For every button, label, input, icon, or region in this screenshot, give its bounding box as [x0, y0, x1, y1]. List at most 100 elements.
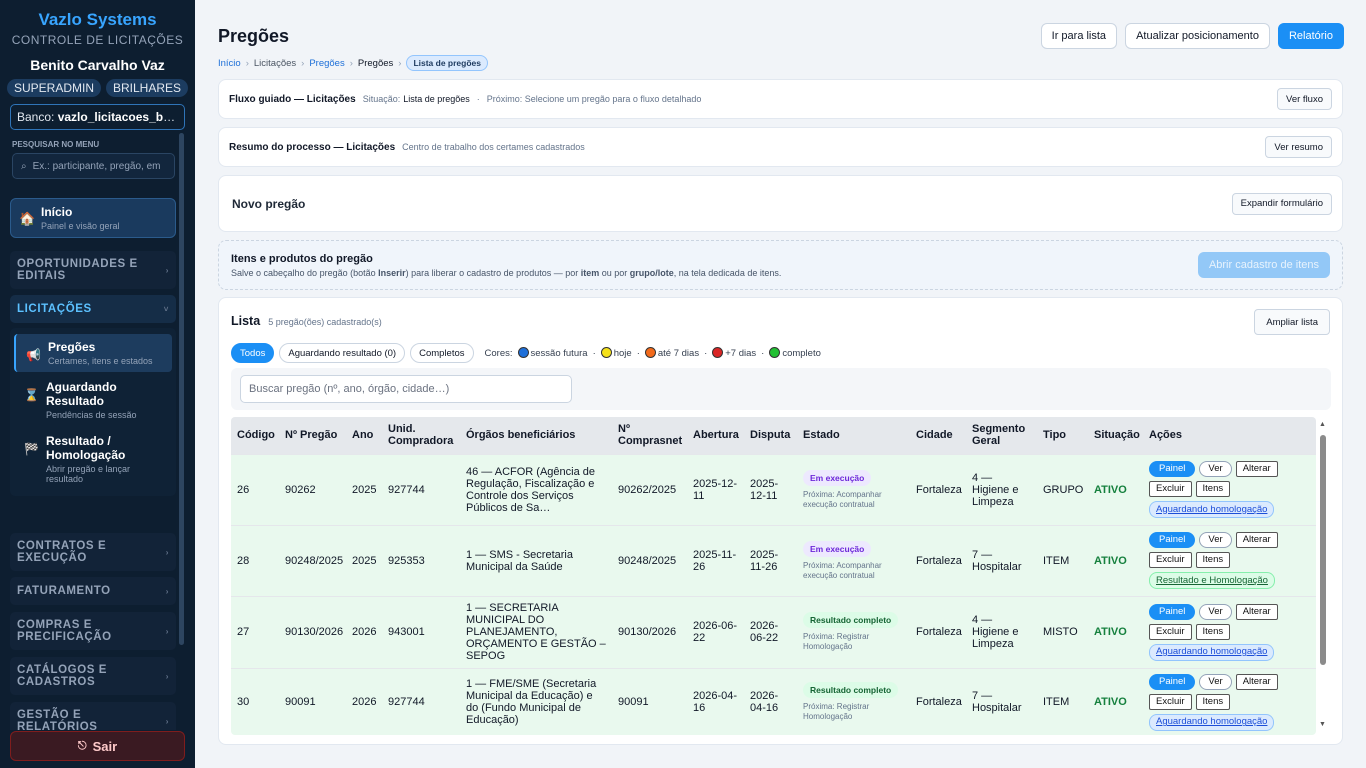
cell-cidade: Fortaleza	[910, 453, 966, 525]
expand-list-button[interactable]: Ampliar lista	[1254, 309, 1330, 335]
pregao-table-grid: Código Nº Pregão Ano Unid. Compradora Ór…	[231, 417, 1316, 735]
section-label: CATÁLOGOS E CADASTROS	[17, 664, 108, 688]
cell-abertura: 2025-12-11	[687, 453, 744, 525]
status-link[interactable]: Aguardando homologação	[1149, 643, 1275, 661]
role-badge: SUPERADMIN	[6, 79, 101, 97]
sidebar-section-contratos[interactable]: CONTRATOS E EXECUÇÃO ›	[10, 533, 176, 571]
painel-button[interactable]: Painel	[1149, 673, 1196, 690]
column-header: Segmento Geral	[966, 417, 1037, 454]
items-button[interactable]: Itens	[1195, 623, 1231, 640]
list-search-bar: Buscar pregão (nº, ano, órgão, cidade…)	[231, 368, 1331, 410]
sidebar-item-resultado-homologacao[interactable]: 🏁 Resultado / Homologação Abrir pregão e …	[14, 428, 172, 490]
table-scrollbar-thumb[interactable]	[1320, 435, 1326, 665]
table-row[interactable]: 28 90248/2025 2025 925353 1 — SMS - Secr…	[231, 524, 1316, 596]
painel-button[interactable]: Painel	[1149, 461, 1196, 477]
cell-comprasnet: 90248/2025	[612, 524, 687, 596]
view-button[interactable]: Ver	[1199, 532, 1232, 548]
sidebar-section-compras[interactable]: COMPRAS E PRECIFICAÇÃO ›	[10, 612, 176, 650]
chevron-right-icon: ›	[165, 716, 169, 726]
report-button[interactable]: Relatório	[1277, 23, 1344, 49]
database-selector[interactable]: Banco: vazlo_licitacoes_brilhares	[10, 104, 185, 130]
items-button[interactable]: Itens	[1195, 552, 1231, 568]
list-search-input[interactable]: Buscar pregão (nº, ano, órgão, cidade…)	[240, 375, 572, 403]
painel-button[interactable]: Painel	[1149, 603, 1196, 620]
scroll-up-icon[interactable]: ▲	[1319, 421, 1326, 428]
edit-button[interactable]: Alterar	[1235, 673, 1278, 690]
tab-aguardando-resultado[interactable]: Aguardando resultado (0)	[279, 343, 406, 363]
row-actions: Painel Ver Alterar Excluir Itens Aguarda…	[1149, 673, 1309, 731]
sidebar-section-catalogos[interactable]: CATÁLOGOS E CADASTROS ›	[10, 657, 176, 695]
breadcrumb-licitacoes: Licitações	[253, 57, 297, 69]
cell-comprasnet: 90091	[612, 667, 687, 735]
guided-flow-next: Próximo: Selecione um pregão para o flux…	[486, 94, 702, 104]
table-row[interactable]: 27 90130/2026 2026 943001 1 — SECRETARIA…	[231, 595, 1316, 668]
process-summary-card: Resumo do processo — Licitações Centro d…	[218, 127, 1343, 167]
tab-todos[interactable]: Todos	[231, 343, 275, 363]
checkered-flag-icon: 🏁	[24, 442, 39, 456]
view-button[interactable]: Ver	[1199, 461, 1232, 477]
status-badge: Em execução	[803, 540, 872, 557]
delete-button[interactable]: Excluir	[1149, 623, 1192, 640]
sidebar-section-oportunidades[interactable]: OPORTUNIDADES E EDITAIS ›	[10, 251, 176, 289]
menu-search-input[interactable]: ⌕ Ex.: participante, pregão, em	[12, 153, 175, 179]
sidebar-scrollbar[interactable]	[179, 133, 184, 645]
scroll-down-icon[interactable]: ▼	[1319, 721, 1326, 728]
legend-item: até 7 dias	[644, 347, 699, 359]
search-icon: ⌕	[21, 160, 27, 172]
pregao-table: Código Nº Pregão Ano Unid. Compradora Ór…	[231, 417, 1316, 735]
sidebar-section-gestao[interactable]: GESTÃO E RELATÓRIOS ›	[10, 702, 176, 730]
sidebar-section-licitacoes[interactable]: LICITAÇÕES ˅	[10, 295, 176, 323]
user-name: Benito Carvalho Vaz	[30, 57, 165, 73]
logout-button[interactable]: ⎋ Sair	[10, 731, 185, 761]
cell-ano: 2025	[346, 453, 382, 525]
breadcrumb-separator: ›	[245, 57, 249, 69]
painel-button[interactable]: Painel	[1149, 532, 1196, 548]
brand-subtitle: CONTROLE DE LICITAÇÕES	[11, 33, 184, 47]
table-scrollbar[interactable]: ▲ ▼	[1318, 417, 1328, 735]
column-header: Órgãos beneficiários	[460, 417, 612, 454]
edit-button[interactable]: Alterar	[1235, 532, 1278, 548]
sidebar-item-aguardando-resultado[interactable]: ⌛ Aguardando Resultado Pendências de sess…	[14, 374, 172, 426]
view-summary-button[interactable]: Ver resumo	[1265, 136, 1332, 158]
status-link[interactable]: Aguardando homologação	[1149, 713, 1275, 731]
breadcrumb-inicio[interactable]: Início	[218, 58, 241, 69]
legend-dot-green	[769, 347, 781, 358]
update-position-button[interactable]: Atualizar posicionamento	[1125, 23, 1270, 49]
cell-disputa: 2026-04-16	[744, 667, 797, 735]
sidebar-section-faturamento[interactable]: FATURAMENTO ›	[10, 577, 176, 605]
cell-unid: 943001	[382, 595, 460, 668]
status-link[interactable]: Aguardando homologação	[1149, 501, 1275, 518]
sidebar-scrollbar-thumb[interactable]	[179, 133, 184, 645]
edit-button[interactable]: Alterar	[1235, 461, 1278, 477]
open-items-button[interactable]: Abrir cadastro de itens	[1197, 252, 1330, 278]
go-to-list-button[interactable]: Ir para lista	[1040, 23, 1118, 49]
column-header: Ações	[1143, 417, 1316, 454]
legend-item: hoje	[600, 347, 632, 359]
view-button[interactable]: Ver	[1199, 603, 1232, 620]
tab-completos[interactable]: Completos	[410, 343, 474, 363]
cell-cidade: Fortaleza	[910, 524, 966, 596]
legend-dot-orange	[644, 347, 656, 358]
sidebar-item-pregoes[interactable]: 📢 Pregões Certames, itens e estados	[14, 334, 172, 372]
breadcrumb-pregoes-link[interactable]: Pregões	[309, 58, 344, 69]
chevron-right-icon: ›	[165, 586, 169, 596]
separator-dot: ·	[476, 94, 480, 104]
edit-button[interactable]: Alterar	[1235, 603, 1278, 620]
view-button[interactable]: Ver	[1199, 673, 1232, 690]
guided-flow-situation-label: Situação:	[362, 94, 401, 104]
status-link[interactable]: Resultado e Homologação	[1149, 572, 1275, 589]
items-button[interactable]: Itens	[1195, 481, 1231, 497]
delete-button[interactable]: Excluir	[1149, 481, 1192, 497]
delete-button[interactable]: Excluir	[1149, 552, 1192, 568]
cell-estado: Em execução Próxima: Acompanhar execução …	[797, 524, 910, 596]
items-button[interactable]: Itens	[1195, 693, 1231, 710]
expand-form-button[interactable]: Expandir formulário	[1231, 192, 1332, 215]
delete-button[interactable]: Excluir	[1149, 693, 1192, 710]
database-label: Banco:	[17, 110, 55, 124]
process-summary-title: Resumo do processo — Licitações	[229, 141, 396, 153]
table-row[interactable]: 30 90091 2026 927744 1 — FME/SME (Secret…	[231, 667, 1316, 735]
view-flow-button[interactable]: Ver fluxo	[1277, 88, 1332, 110]
cell-disputa: 2025-11-26	[744, 524, 797, 596]
table-row[interactable]: 26 90262 2025 927744 46 — ACFOR (Agência…	[231, 453, 1316, 525]
sidebar-item-inicio[interactable]: 🏠 Início Painel e visão geral	[10, 198, 176, 238]
